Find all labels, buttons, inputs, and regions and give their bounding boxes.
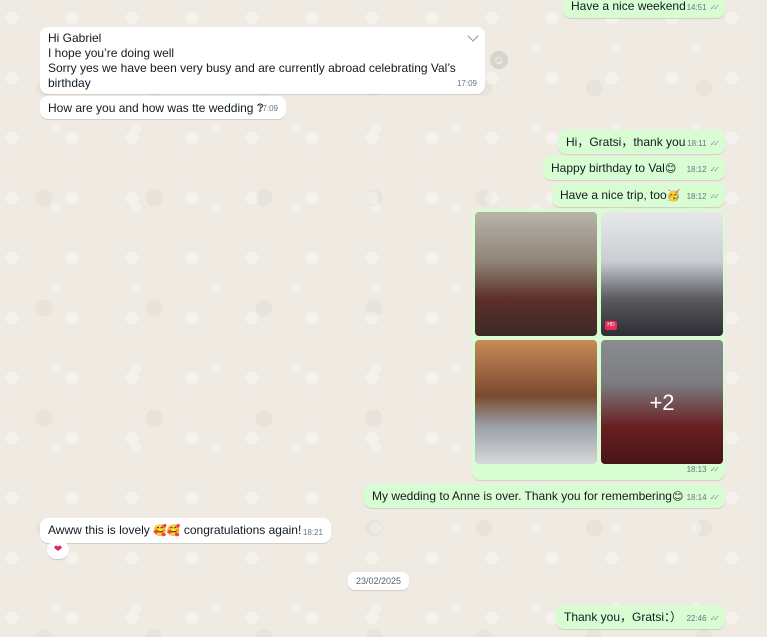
message-meta: 18:12 ✓✓ (686, 189, 721, 204)
incoming-message[interactable]: Awww this is lovely 🥰🥰 congratulations a… (40, 518, 331, 543)
smile-emoji: 😊 (671, 491, 684, 503)
double-check-icon: ✓✓ (709, 139, 721, 148)
message-text: How are you and how was tte wedding ? (48, 101, 264, 115)
double-check-icon: ✓✓ (709, 465, 721, 474)
date-separator: 23/02/2025 (348, 572, 410, 590)
message-time: 17:09 (257, 104, 278, 113)
message-line: I hope you’re doing well (48, 46, 175, 60)
hearts-face-emoji: 🥰🥰 (153, 525, 181, 537)
message-text: congratulations again! (180, 523, 302, 537)
outgoing-message[interactable]: Happy birthday to Val😊 18:12 ✓✓ (543, 156, 725, 180)
incoming-message[interactable]: Hi Gabriel I hope you’re doing well Sorr… (40, 27, 485, 94)
smile-emoji: 😊 (664, 163, 677, 175)
incoming-message[interactable]: How are you and how was tte wedding ? 17… (40, 96, 286, 119)
message-text: Awww this is lovely (48, 523, 154, 537)
message-meta: 18:13 ✓✓ (686, 462, 721, 477)
double-check-icon: ✓✓ (709, 3, 721, 12)
double-check-icon: ✓✓ (709, 165, 721, 174)
outgoing-message[interactable]: Have a nice weekend 14:51 ✓✓ (563, 0, 725, 18)
photo-thumbnail[interactable]: +2 (601, 340, 723, 464)
message-meta: 17:09 (258, 101, 278, 116)
message-time: 18:12 (686, 192, 707, 201)
message-meta: 18:12 ✓✓ (686, 162, 721, 177)
party-emoji: 🥳 (666, 190, 681, 202)
photo-grid: HD +2 (475, 212, 723, 464)
message-text: Happy birthday to Val (551, 161, 665, 175)
message-meta: 14:51 ✓✓ (686, 0, 721, 15)
outgoing-message[interactable]: My wedding to Anne is over. Thank you fo… (364, 484, 725, 508)
message-time: 18:11 (687, 139, 707, 148)
message-time: 14:51 (686, 3, 707, 12)
outgoing-message[interactable]: Thank you，Gratsi：） 22:46 ✓✓ (556, 605, 725, 629)
message-meta: 18:21 (303, 525, 323, 540)
photo-album-message[interactable]: HD +2 18:13 ✓✓ (472, 209, 725, 480)
message-meta: 18:14 ✓✓ (686, 490, 721, 505)
message-line: Sorry yes we have been very busy and are… (48, 61, 456, 90)
message-meta: 18:11 ✓✓ (687, 136, 721, 151)
photo-thumbnail[interactable] (475, 340, 597, 464)
message-meta: 17:09 (457, 76, 477, 91)
photo-thumbnail[interactable] (475, 212, 597, 336)
message-time: 18:13 (686, 465, 707, 474)
heart-reaction-icon[interactable]: ❤ (47, 541, 69, 559)
double-check-icon: ✓✓ (709, 614, 721, 623)
emoji-react-icon[interactable]: ☺ (490, 51, 508, 69)
outgoing-message[interactable]: Hi，Gratsi，thank you 18:11 ✓✓ (558, 130, 725, 154)
more-photos-count: +2 (601, 340, 723, 464)
outgoing-message[interactable]: Have a nice trip, too🥳 18:12 ✓✓ (552, 183, 725, 207)
hd-badge: HD (605, 321, 617, 330)
double-check-icon: ✓✓ (709, 493, 721, 502)
message-time: 18:12 (686, 165, 707, 174)
double-check-icon: ✓✓ (709, 192, 721, 201)
message-text: Have a nice trip, too (560, 188, 667, 202)
message-meta: 22:46 ✓✓ (686, 611, 721, 626)
photo-thumbnail[interactable]: HD (601, 212, 723, 336)
message-time: 18:14 (686, 493, 707, 502)
message-line: Hi Gabriel (48, 31, 102, 45)
message-time: 17:09 (456, 79, 477, 88)
message-time: 18:21 (302, 528, 323, 537)
message-time: 22:46 (686, 614, 707, 623)
message-text: My wedding to Anne is over. Thank you fo… (372, 489, 672, 503)
